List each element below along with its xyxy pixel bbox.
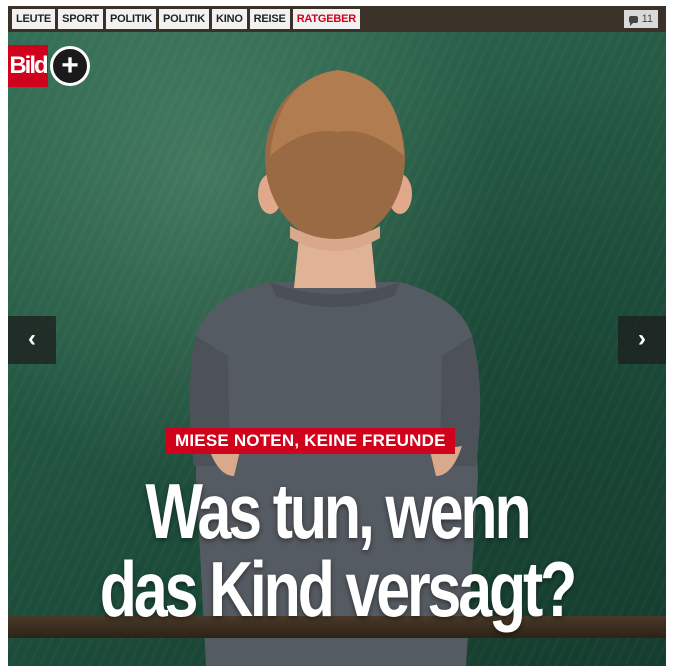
comment-count: 11 [641, 13, 653, 25]
tab-ratgeber[interactable]: RATGEBER [292, 9, 360, 29]
tab-politik-2[interactable]: POLITIK [158, 9, 209, 29]
tab-kino[interactable]: KINO [211, 9, 247, 29]
tab-leute[interactable]: LEUTE [12, 9, 56, 29]
tab-politik[interactable]: POLITIK [105, 9, 156, 29]
previous-slide-button[interactable]: ‹ [8, 316, 56, 364]
tab-sport[interactable]: SPORT [58, 9, 103, 29]
chevron-left-icon: ‹ [28, 325, 36, 352]
article-headline[interactable]: Was tun, wenn das Kind versagt? [80, 472, 593, 628]
comment-bubble-icon [628, 15, 638, 26]
comments-button[interactable]: 11 [623, 10, 658, 28]
bild-logo[interactable]: Bild [8, 45, 49, 87]
chevron-right-icon: › [638, 325, 646, 352]
article-kicker[interactable]: MIESE NOTEN, KEINE FREUNDE [166, 428, 455, 454]
category-nav: LEUTE SPORT POLITIK POLITIK KINO REISE R… [8, 6, 666, 32]
tab-reise[interactable]: REISE [249, 9, 290, 29]
next-slide-button[interactable]: › [618, 316, 666, 364]
headline-line-1: Was tun, wenn [145, 467, 531, 555]
headline-line-2: das Kind versagt? [99, 545, 578, 633]
hero-teaser[interactable]: LEUTE SPORT POLITIK POLITIK KINO REISE R… [8, 6, 666, 666]
bild-plus-icon: + [50, 46, 90, 86]
